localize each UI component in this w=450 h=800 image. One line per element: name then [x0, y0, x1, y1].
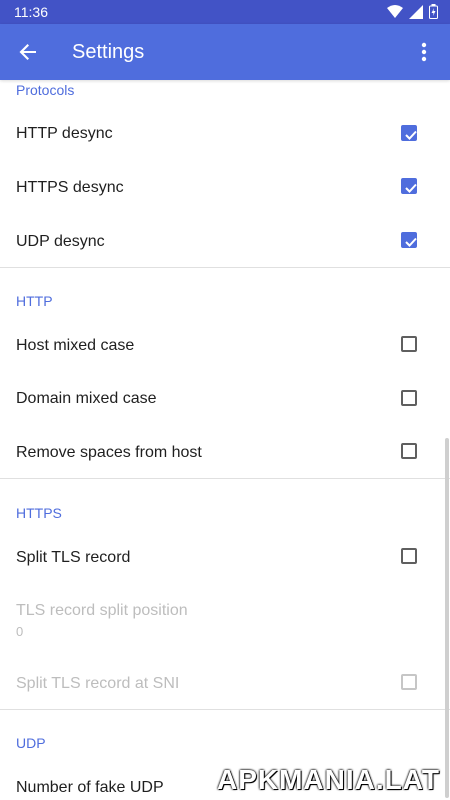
- http-desync-checkbox[interactable]: [401, 125, 417, 141]
- section-header-http: HTTP: [16, 293, 53, 309]
- setting-https-desync[interactable]: HTTPS desync: [0, 160, 450, 214]
- split-tls-checkbox[interactable]: [401, 548, 417, 564]
- udp-desync-checkbox[interactable]: [401, 232, 417, 248]
- domain-mixed-case-checkbox[interactable]: [401, 390, 417, 406]
- setting-label: Remove spaces from host: [16, 444, 202, 461]
- watermark-text: APKMANIA.LAT: [216, 764, 440, 795]
- setting-label: UDP desync: [16, 233, 105, 250]
- back-arrow-icon[interactable]: [14, 38, 42, 66]
- wifi-icon: [387, 4, 403, 18]
- host-mixed-case-checkbox[interactable]: [401, 336, 417, 352]
- status-time: 11:36: [14, 4, 48, 20]
- setting-label: Split TLS record at SNI: [16, 675, 180, 692]
- setting-label: Number of fake UDP: [16, 779, 164, 796]
- remove-spaces-checkbox[interactable]: [401, 443, 417, 459]
- section-divider: [0, 709, 450, 710]
- setting-label: HTTPS desync: [16, 179, 124, 196]
- setting-host-mixed-case[interactable]: Host mixed case: [0, 318, 450, 372]
- section-header-protocols: Protocols: [16, 82, 75, 98]
- setting-label: TLS record split position: [16, 602, 188, 619]
- setting-split-tls[interactable]: Split TLS record: [0, 530, 450, 584]
- section-divider: [0, 267, 450, 268]
- section-divider: [0, 478, 450, 479]
- status-bar: 11:36: [0, 0, 450, 24]
- section-header-udp: UDP: [16, 735, 46, 751]
- app-bar: Settings: [0, 24, 450, 80]
- page-title: Settings: [72, 41, 145, 63]
- setting-tls-split-position[interactable]: TLS record split position 0: [0, 588, 450, 648]
- scrollbar[interactable]: [445, 438, 449, 798]
- setting-remove-spaces[interactable]: Remove spaces from host: [0, 426, 450, 480]
- setting-label: Host mixed case: [16, 337, 135, 354]
- setting-label: Domain mixed case: [16, 390, 157, 407]
- setting-domain-mixed-case[interactable]: Domain mixed case: [0, 372, 450, 426]
- setting-udp-desync[interactable]: UDP desync: [0, 214, 450, 268]
- setting-label: HTTP desync: [16, 125, 113, 142]
- setting-label: Split TLS record: [16, 549, 131, 566]
- check-icon: [405, 130, 417, 140]
- battery-icon: [429, 4, 438, 19]
- check-icon: [405, 237, 417, 247]
- signal-icon: [409, 4, 423, 19]
- more-options-icon[interactable]: [410, 38, 438, 66]
- split-tls-sni-checkbox[interactable]: [401, 674, 417, 690]
- status-icons: [387, 4, 438, 19]
- setting-split-tls-sni[interactable]: Split TLS record at SNI: [0, 656, 450, 710]
- https-desync-checkbox[interactable]: [401, 178, 417, 194]
- setting-value: 0: [16, 624, 24, 639]
- setting-http-desync[interactable]: HTTP desync: [0, 106, 450, 160]
- section-header-https: HTTPS: [16, 505, 62, 521]
- check-icon: [405, 183, 417, 193]
